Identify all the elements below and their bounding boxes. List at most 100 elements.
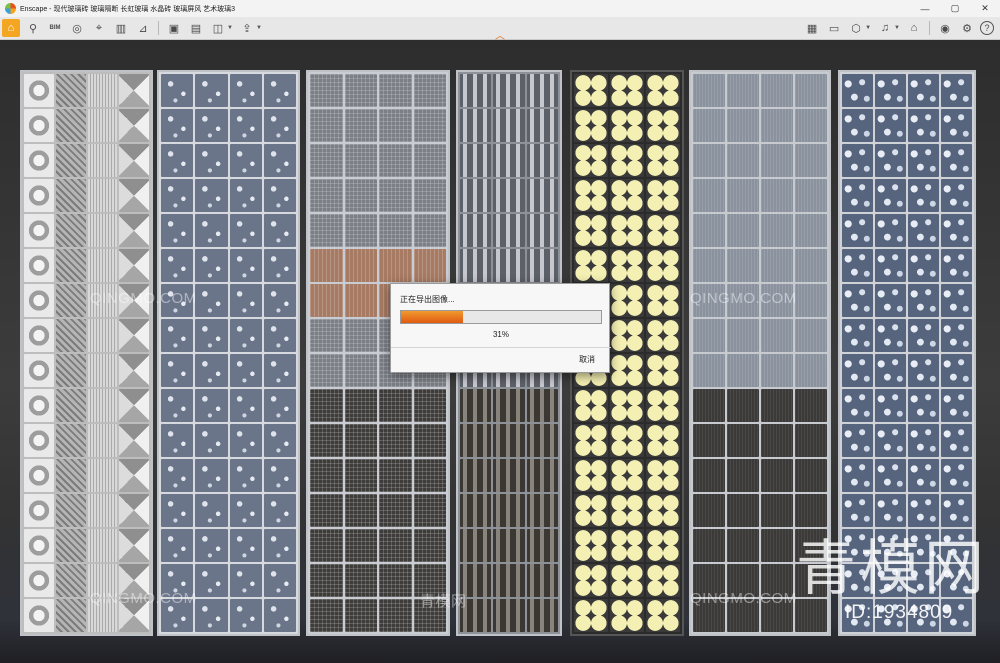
glass-block-cell	[263, 179, 296, 212]
glass-block-cell	[574, 459, 608, 492]
glass-block-cell	[87, 284, 118, 317]
glass-block-cell	[842, 459, 873, 492]
glass-block-cell	[229, 459, 262, 492]
map-icon[interactable]: ▦	[803, 19, 821, 37]
glass-block-cell	[229, 109, 262, 142]
glass-block-cell	[161, 459, 194, 492]
glass-block-cell	[875, 179, 906, 212]
glass-block-cell	[195, 564, 228, 597]
glass-block-cell	[795, 249, 827, 282]
glass-block-cell	[795, 459, 827, 492]
maximize-button[interactable]: ▢	[940, 0, 970, 17]
glass-block-cell	[55, 284, 86, 317]
glass-block-cell	[344, 494, 377, 527]
glass-block-cell	[195, 249, 228, 282]
chevron-down-icon[interactable]: ▼	[894, 25, 900, 31]
glass-block-cell	[310, 389, 343, 422]
minimize-button[interactable]: —	[910, 0, 940, 17]
glass-block-cell	[761, 284, 793, 317]
glass-block-cell	[795, 389, 827, 422]
glass-block-cell	[526, 74, 558, 107]
glass-block-cell	[87, 354, 118, 387]
glass-block-cell	[842, 179, 873, 212]
glass-block-cell	[875, 109, 906, 142]
chevron-down-icon[interactable]: ▼	[256, 25, 262, 31]
glass-block-cell	[526, 599, 558, 632]
glass-block-cell	[941, 319, 972, 352]
glass-block-cell	[87, 494, 118, 527]
glass-block-cell	[87, 144, 118, 177]
glass-block-cell	[24, 564, 54, 597]
glass-block-cell	[610, 459, 644, 492]
glass-block-cell	[229, 214, 262, 247]
glass-block-cell	[574, 109, 608, 142]
glass-block-cell	[908, 144, 939, 177]
glass-block-cell	[87, 109, 118, 142]
glass-block-cell	[842, 249, 873, 282]
stairs-icon[interactable]: ⊿	[134, 19, 152, 37]
asset-library-icon[interactable]: ⬡	[847, 19, 865, 37]
material-icon[interactable]: ♫	[876, 19, 894, 37]
glass-block-cell	[761, 389, 793, 422]
glass-block-cell	[229, 319, 262, 352]
glass-block-cell	[379, 494, 412, 527]
help-icon[interactable]: ?	[980, 21, 994, 35]
glass-block-cell	[413, 179, 446, 212]
home-icon[interactable]: ⌂	[2, 19, 20, 37]
glass-block-cell	[55, 144, 86, 177]
panorama-icon[interactable]: ◫	[209, 19, 227, 37]
chevron-down-icon[interactable]: ▼	[865, 25, 871, 31]
collapse-toolbar-icon[interactable]: ︿	[494, 28, 506, 42]
vr-icon[interactable]: ◉	[936, 19, 954, 37]
bim-icon[interactable]: BIM	[46, 19, 64, 37]
chevron-down-icon[interactable]: ▼	[227, 25, 233, 31]
glass-block-cell	[727, 284, 759, 317]
glass-block-cell	[460, 249, 492, 282]
glass-block-cell	[875, 74, 906, 107]
binoculars-icon[interactable]: ◎	[68, 19, 86, 37]
glass-block-cell	[875, 389, 906, 422]
walk-icon[interactable]: ⚲	[24, 19, 42, 37]
glass-block-cell	[610, 354, 644, 387]
glass-block-cell	[310, 354, 343, 387]
glass-block-cell	[727, 389, 759, 422]
glass-block-cell	[610, 564, 644, 597]
close-button[interactable]: ✕	[970, 0, 1000, 17]
cancel-button[interactable]: 取消	[579, 354, 595, 365]
glass-block-cell	[263, 109, 296, 142]
glass-panel-bubble	[157, 70, 300, 636]
pin-icon[interactable]: ⌖	[90, 19, 108, 37]
screenshot-icon[interactable]: ▣	[165, 19, 183, 37]
export-icon[interactable]: ⇪	[238, 19, 256, 37]
glass-block-cell	[574, 144, 608, 177]
glass-block-cell	[795, 319, 827, 352]
glass-block-cell	[727, 109, 759, 142]
glass-block-cell	[727, 494, 759, 527]
glass-block-cell	[379, 459, 412, 492]
glass-block-cell	[646, 354, 680, 387]
glass-block-cell	[263, 529, 296, 562]
settings-icon[interactable]: ⚙	[958, 19, 976, 37]
glass-block-cell	[610, 424, 644, 457]
glass-block-cell	[761, 529, 793, 562]
glass-block-cell	[161, 179, 194, 212]
glass-block-cell	[24, 249, 54, 282]
glass-block-cell	[875, 319, 906, 352]
glass-block-cell	[727, 424, 759, 457]
glass-block-cell	[24, 74, 54, 107]
glass-block-cell	[379, 74, 412, 107]
visual-settings-icon[interactable]: ▭	[825, 19, 843, 37]
glass-block-cell	[263, 354, 296, 387]
glass-block-cell	[379, 529, 412, 562]
buildings-icon[interactable]: ▥	[112, 19, 130, 37]
glass-block-cell	[379, 389, 412, 422]
glass-block-cell	[526, 214, 558, 247]
glass-block-cell	[344, 249, 377, 282]
glass-block-cell	[693, 389, 725, 422]
glass-block-cell	[263, 564, 296, 597]
glass-block-cell	[574, 599, 608, 632]
glass-block-cell	[161, 529, 194, 562]
batch-render-icon[interactable]: ▤	[187, 19, 205, 37]
glass-block-cell	[941, 179, 972, 212]
collaborate-icon[interactable]: ⌂	[905, 19, 923, 37]
